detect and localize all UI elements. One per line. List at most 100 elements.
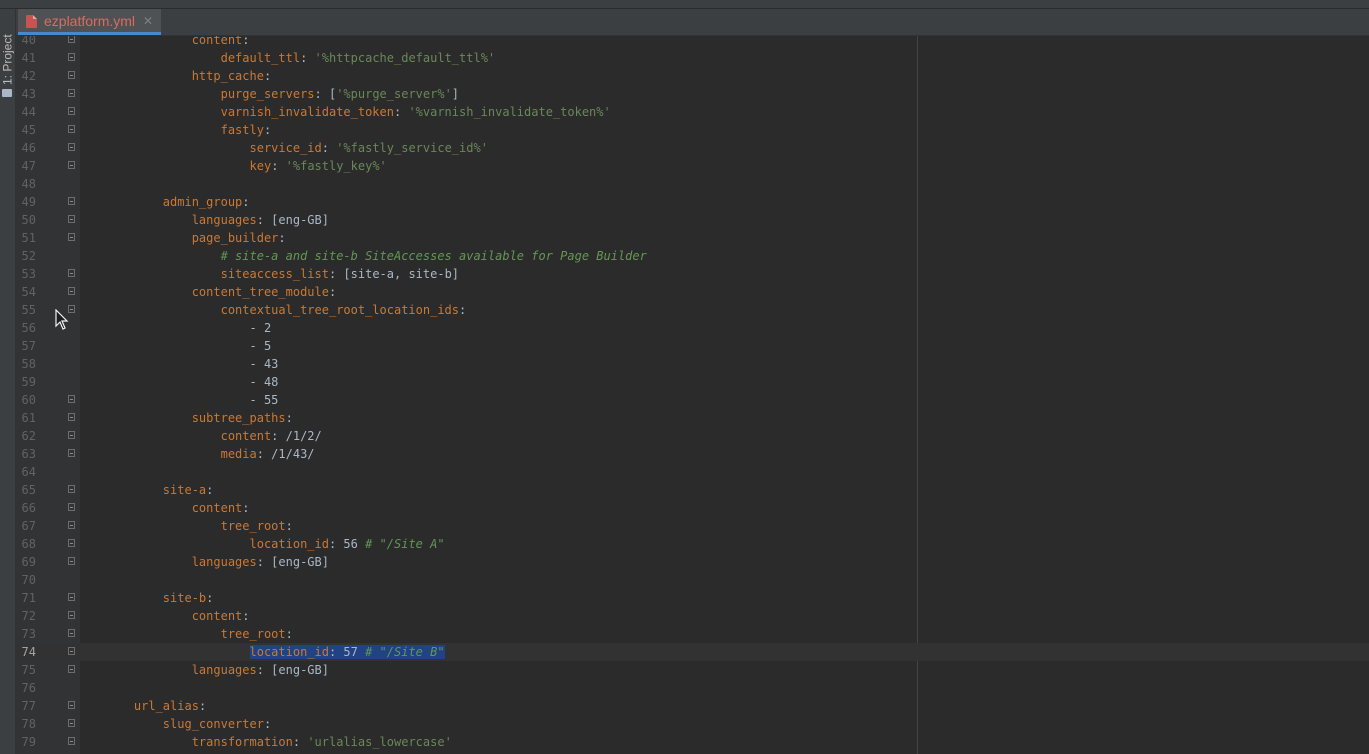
- fold-marker-icon[interactable]: [68, 449, 75, 457]
- code-line[interactable]: 70: [16, 571, 1369, 589]
- fold-marker-icon[interactable]: [68, 143, 75, 151]
- code-line[interactable]: 47 key: '%fastly_key%': [16, 157, 1369, 175]
- code-line[interactable]: 62 content: /1/2/: [16, 427, 1369, 445]
- code-line[interactable]: 56 - 2: [16, 319, 1369, 337]
- line-number: 70: [21, 573, 36, 587]
- fold-marker-icon[interactable]: [68, 125, 75, 133]
- code-line[interactable]: 55 contextual_tree_root_location_ids:: [16, 301, 1369, 319]
- fold-marker-icon[interactable]: [68, 233, 75, 241]
- fold-marker-icon[interactable]: [68, 611, 75, 619]
- fold-marker-icon[interactable]: [68, 107, 75, 115]
- fold-marker-icon[interactable]: [68, 215, 75, 223]
- code-line[interactable]: 79 transformation: 'urlalias_lowercase': [16, 733, 1369, 751]
- code-line[interactable]: 50 languages: [eng-GB]: [16, 211, 1369, 229]
- yaml-key: page_builder: [191, 231, 279, 245]
- fold-marker-icon[interactable]: [68, 485, 75, 493]
- fold-marker-icon[interactable]: [68, 557, 75, 565]
- code-text: url_alias:: [105, 697, 206, 715]
- code-line[interactable]: 72 content:: [16, 607, 1369, 625]
- code-line[interactable]: 76: [16, 679, 1369, 697]
- code-text: site-b:: [105, 589, 214, 607]
- code-text: contextual_tree_root_location_ids:: [105, 301, 467, 319]
- code-line[interactable]: 71 site-b:: [16, 589, 1369, 607]
- code-token: :: [393, 105, 409, 119]
- code-line[interactable]: 67 tree_root:: [16, 517, 1369, 535]
- code-token: :: [206, 483, 214, 497]
- line-number: 65: [21, 483, 36, 497]
- code-line[interactable]: 73 tree_root:: [16, 625, 1369, 643]
- fold-marker-icon[interactable]: [68, 287, 75, 295]
- code-line[interactable]: 40 content:: [16, 36, 1369, 49]
- code-line[interactable]: 41 default_ttl: '%httpcache_default_ttl%…: [16, 49, 1369, 67]
- code-line[interactable]: 52 # site-a and site-b SiteAccesses avai…: [16, 247, 1369, 265]
- fold-marker-icon[interactable]: [68, 503, 75, 511]
- code-text: tree_root:: [105, 625, 293, 643]
- code-line[interactable]: 45 fastly:: [16, 121, 1369, 139]
- yaml-string: '%httpcache_default_ttl%': [314, 51, 496, 65]
- yaml-key: http_cache: [191, 69, 264, 83]
- code-line[interactable]: 51 page_builder:: [16, 229, 1369, 247]
- fold-marker-icon[interactable]: [68, 719, 75, 727]
- code-line[interactable]: 42 http_cache:: [16, 67, 1369, 85]
- code-line[interactable]: 60 - 55: [16, 391, 1369, 409]
- yaml-key: location_id: [249, 537, 329, 551]
- fold-marker-icon[interactable]: [68, 395, 75, 403]
- tab-ezplatform-yml[interactable]: ezplatform.yml ✕: [18, 9, 162, 35]
- code-line[interactable]: 49 admin_group:: [16, 193, 1369, 211]
- fold-marker-icon[interactable]: [68, 413, 75, 421]
- code-line[interactable]: 69 languages: [eng-GB]: [16, 553, 1369, 571]
- fold-marker-icon[interactable]: [68, 521, 75, 529]
- code-line[interactable]: 46 service_id: '%fastly_service_id%': [16, 139, 1369, 157]
- code-text: location_id: 56 # "/Site A": [105, 535, 445, 553]
- code-line[interactable]: 57 - 5: [16, 337, 1369, 355]
- fold-marker-icon[interactable]: [68, 197, 75, 205]
- code-token: : [eng-GB]: [256, 213, 329, 227]
- fold-marker-icon[interactable]: [68, 593, 75, 601]
- line-number: 50: [21, 213, 36, 227]
- fold-marker-icon[interactable]: [68, 665, 75, 673]
- fold-marker-icon[interactable]: [68, 539, 75, 547]
- fold-marker-icon[interactable]: [68, 71, 75, 79]
- code-line[interactable]: 54 content_tree_module:: [16, 283, 1369, 301]
- code-line[interactable]: 65 site-a:: [16, 481, 1369, 499]
- close-icon[interactable]: ✕: [143, 14, 153, 28]
- fold-marker-icon[interactable]: [68, 431, 75, 439]
- yaml-string: '%purge_server%': [336, 87, 452, 101]
- fold-marker-icon[interactable]: [68, 269, 75, 277]
- project-tool-window-button[interactable]: 1: Project: [0, 25, 15, 95]
- fold-marker-icon[interactable]: [68, 36, 75, 43]
- code-line[interactable]: 43 purge_servers: ['%purge_server%']: [16, 85, 1369, 103]
- code-line[interactable]: 63 media: /1/43/: [16, 445, 1369, 463]
- fold-marker-icon[interactable]: [68, 305, 75, 313]
- yaml-key: slug_converter: [162, 717, 264, 731]
- code-line[interactable]: 44 varnish_invalidate_token: '%varnish_i…: [16, 103, 1369, 121]
- code-line[interactable]: 58 - 43: [16, 355, 1369, 373]
- fold-marker-icon[interactable]: [68, 737, 75, 745]
- fold-marker-icon[interactable]: [68, 629, 75, 637]
- code-line[interactable]: 53 siteaccess_list: [site-a, site-b]: [16, 265, 1369, 283]
- code-line[interactable]: 48: [16, 175, 1369, 193]
- code-line[interactable]: 78 slug_converter:: [16, 715, 1369, 733]
- code-editor[interactable]: 40 content: 41 default_ttl: '%httpcache_d…: [16, 36, 1369, 754]
- line-number: 78: [21, 717, 36, 731]
- code-token: : 56: [328, 537, 366, 551]
- code-token: :: [285, 519, 293, 533]
- fold-marker-icon[interactable]: [68, 161, 75, 169]
- code-line[interactable]: 59 - 48: [16, 373, 1369, 391]
- code-line[interactable]: 75 languages: [eng-GB]: [16, 661, 1369, 679]
- fold-marker-icon[interactable]: [68, 53, 75, 61]
- fold-marker-icon[interactable]: [68, 701, 75, 709]
- yaml-key: key: [249, 159, 272, 173]
- code-line[interactable]: 68 location_id: 56 # "/Site A": [16, 535, 1369, 553]
- code-line[interactable]: 74 location_id: 57 # "/Site B": [16, 643, 1369, 661]
- code-line[interactable]: 77 url_alias:: [16, 697, 1369, 715]
- code-line[interactable]: 64: [16, 463, 1369, 481]
- code-line[interactable]: 66 content:: [16, 499, 1369, 517]
- fold-marker-icon[interactable]: [68, 647, 75, 655]
- fold-marker-icon[interactable]: [68, 89, 75, 97]
- code-line[interactable]: 61 subtree_paths:: [16, 409, 1369, 427]
